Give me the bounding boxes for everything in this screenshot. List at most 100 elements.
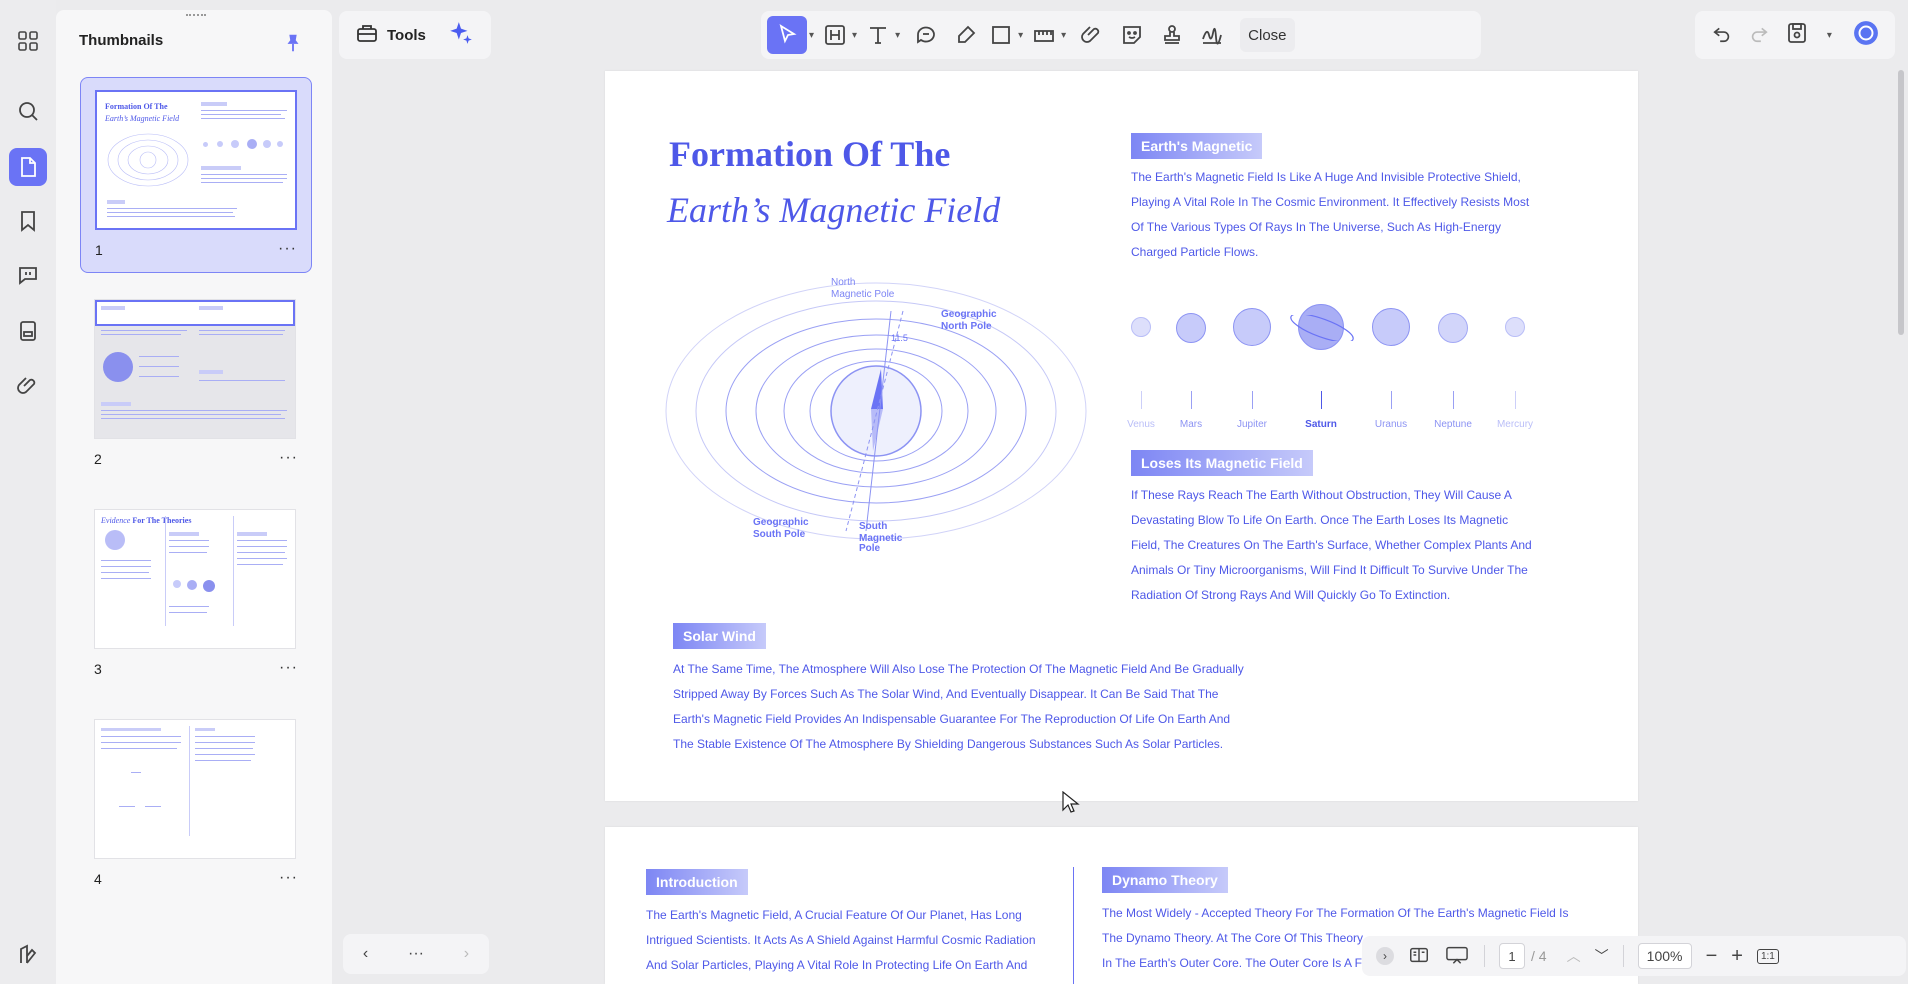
stamp-icon[interactable] [1152,16,1192,54]
total-pages-label: / 4 [1531,948,1547,964]
planet-label: Neptune [1434,419,1472,430]
status-bar: › 1 / 4 ︿ ﹀ 100% − + 1:1 [1362,936,1906,976]
introduction-text: The Earth's Magnetic Field, A Crucial Fe… [646,908,1036,972]
thumbnail-more-button[interactable]: ··· [279,659,298,677]
account-avatar-icon[interactable] [1853,20,1879,51]
thumbnail-image: Evidence For The Theories [94,509,296,649]
thumbnail-page-1[interactable]: Formation Of The Earth’s Magnetic Field [80,77,312,273]
thumbnail-more-button[interactable]: ··· [278,240,297,258]
thumbnails-page-icon[interactable] [9,148,47,186]
mouse-cursor-icon [1062,791,1080,813]
column-divider [1073,867,1074,984]
chevron-down-icon[interactable]: ▾ [852,30,857,41]
save-icon[interactable] [1785,21,1809,50]
ai-sparkle-icon[interactable] [448,20,474,51]
geographic-north-label: North Pole [941,321,992,332]
chevron-down-icon[interactable]: ▾ [1827,30,1832,41]
planet-mars [1176,313,1206,343]
section-tag-dynamo: Dynamo Theory [1102,867,1228,893]
comment-icon[interactable] [9,256,47,294]
thumbnail-more-button[interactable]: ··· [279,869,298,887]
measure-tool-button[interactable] [1029,16,1059,54]
geographic-south-label: Geographic [753,517,809,528]
attachment-icon[interactable] [9,367,47,405]
bookmark-icon[interactable] [9,202,47,240]
annotation-toolbar: ▾ ▾ ▾ ▾ ▾ Close [761,11,1481,59]
zoom-in-icon[interactable]: + [1731,945,1743,968]
thumbnail-more-button[interactable]: ··· [279,449,298,467]
form-page-icon[interactable] [9,312,47,350]
close-button[interactable]: Close [1240,18,1295,52]
section-tag-earths-magnetic: Earth's Magnetic [1131,133,1263,159]
page-up-icon[interactable]: ︿ [1567,946,1581,966]
magnetic-field-diagram: North Magnetic Pole Geographic North Pol… [665,277,1087,551]
chevron-down-icon[interactable]: ▾ [895,30,900,41]
next-arrow-icon[interactable]: › [464,945,469,963]
thumbnail-page-3[interactable]: Evidence For The Theories 3 ··· [80,497,312,693]
redo-icon[interactable] [1748,22,1770,49]
mini-title: Evidence For The Theories [101,516,192,525]
select-cursor-button[interactable] [767,16,807,54]
zoom-out-icon[interactable]: − [1706,945,1718,968]
tools-label[interactable]: Tools [387,27,426,44]
shape-tool-button[interactable] [986,16,1016,54]
chevron-down-icon[interactable]: ▾ [1018,30,1023,41]
zoom-level-field[interactable]: 100% [1637,943,1692,969]
tilt-angle-label: 11.5 [891,333,908,343]
mini-subtitle: Earth’s Magnetic Field [105,114,180,123]
planets-row: Venus Mars Jupiter Saturn Uranus Neptune… [1127,301,1533,430]
thumbnail-image [94,719,296,859]
apps-grid-icon[interactable] [9,22,47,60]
loses-magnetic-text: If These Rays Reach The Earth Without Ob… [1131,488,1532,602]
heading-button[interactable] [820,16,850,54]
comment-tool-button[interactable] [906,16,946,54]
current-page-input[interactable]: 1 [1499,943,1525,969]
text-tool-button[interactable] [863,16,893,54]
planet-jupiter [1233,308,1271,346]
theme-brush-icon[interactable] [9,936,47,974]
geographic-north-label: Geographic [941,309,997,320]
previous-arrow-icon[interactable]: ‹ [363,945,368,963]
paperclip-icon[interactable] [1072,16,1112,54]
document-page-1: Formation Of The Earth’s Magnetic Field … [605,71,1638,801]
undo-icon[interactable] [1711,22,1733,49]
mini-title: Formation Of The [105,102,168,111]
expand-chevron-icon[interactable]: › [1376,947,1394,965]
presentation-icon[interactable] [1444,944,1470,969]
reading-mode-icon[interactable] [1408,944,1430,969]
page-title: Formation Of The [669,134,951,174]
chevron-down-icon[interactable]: ▾ [809,30,814,41]
sticker-icon[interactable] [1112,16,1152,54]
south-magnetic-label: South [859,521,887,532]
page-down-icon[interactable]: ﹀ [1595,946,1609,966]
planet-uranus [1372,308,1410,346]
geographic-south-label: South Pole [753,529,806,540]
thumbnail-image: Formation Of The Earth’s Magnetic Field [95,90,297,230]
thumbnail-page-number: 3 [94,661,102,677]
planet-label: Jupiter [1236,419,1268,430]
south-magnetic-label: Pole [859,543,881,551]
left-rail [0,0,56,984]
thumbnail-page-4[interactable]: 4 ··· [80,707,312,903]
toolbox-icon[interactable] [355,21,379,50]
thumbnail-page-2[interactable]: 2 ··· [80,287,312,483]
pin-icon[interactable] [282,32,304,54]
thumbnail-page-number: 1 [95,242,103,258]
more-options-button[interactable]: ··· [408,945,424,963]
thumbnail-image [94,299,296,439]
search-icon[interactable] [9,92,47,130]
planet-label: Mercury [1496,419,1534,430]
north-magnetic-label: Magnetic Pole [831,289,895,300]
tools-toolbar: Tools [339,11,491,59]
vertical-scrollbar[interactable] [1898,70,1904,335]
actual-size-button[interactable]: 1:1 [1756,948,1779,964]
panel-drag-handle[interactable] [186,14,206,18]
planet-neptune [1438,313,1468,343]
thumbnail-page-number: 4 [94,871,102,887]
highlighter-button[interactable] [946,16,986,54]
thumbnails-panel: Thumbnails Formation Of The Earth’s Magn… [56,10,332,984]
section-tag-introduction: Introduction [646,869,748,895]
thumbnail-page-number: 2 [94,451,102,467]
chevron-down-icon[interactable]: ▾ [1061,30,1066,41]
signature-icon[interactable] [1192,16,1232,54]
